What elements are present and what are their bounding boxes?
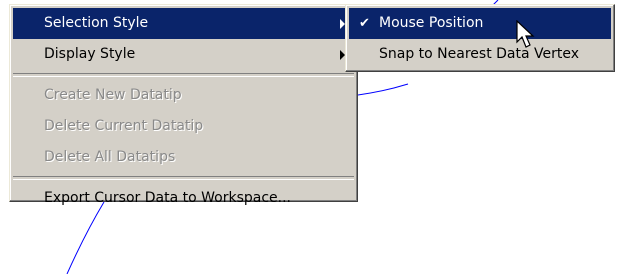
check-icon: ✔	[359, 16, 370, 31]
menu-item-label: Delete Current Datatip	[44, 118, 204, 134]
menu-item-label: Delete All Datatips	[44, 149, 176, 165]
submenu-item-label: Snap to Nearest Data Vertex	[379, 46, 580, 62]
menu-item-display-style[interactable]: Display Style	[13, 39, 354, 70]
menu-item-export-cursor-data[interactable]: Export Cursor Data to Workspace...	[13, 183, 354, 214]
menu-separator	[13, 73, 354, 77]
menu-item-label: Export Cursor Data to Workspace...	[44, 190, 292, 206]
menu-separator	[13, 176, 354, 180]
menu-item-create-new-datatip: Create New Datatip	[13, 80, 354, 111]
submenu-item-mouse-position[interactable]: ✔ Mouse Position	[349, 8, 611, 39]
submenu-item-snap-to-vertex[interactable]: Snap to Nearest Data Vertex	[349, 39, 611, 70]
menu-item-label: Display Style	[44, 46, 136, 62]
menu-item-label: Create New Datatip	[44, 87, 182, 103]
menu-item-delete-current-datatip: Delete Current Datatip	[13, 111, 354, 142]
menu-item-label: Selection Style	[44, 15, 149, 31]
submenu-item-label: Mouse Position	[379, 15, 484, 31]
plot-curve-segment-upper	[357, 83, 409, 96]
context-menu: Selection Style Display Style Create New…	[9, 4, 358, 206]
selection-style-submenu: ✔ Mouse Position Snap to Nearest Data Ve…	[345, 4, 615, 72]
menu-item-delete-all-datatips: Delete All Datatips	[13, 142, 354, 173]
menu-item-selection-style[interactable]: Selection Style	[13, 8, 354, 39]
mouse-pointer-icon	[516, 20, 535, 48]
